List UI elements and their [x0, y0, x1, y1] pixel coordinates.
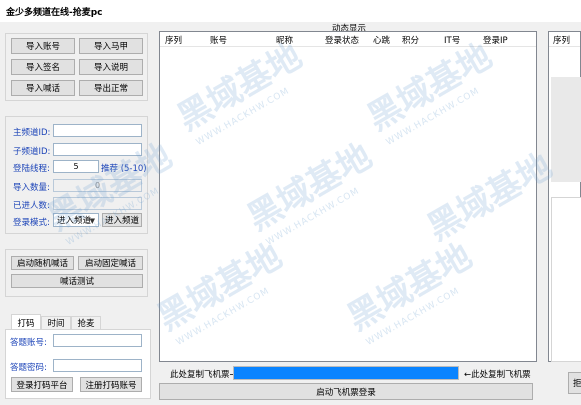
- sub-channel-input[interactable]: [53, 143, 142, 156]
- entered-count-label: 已进人数:: [13, 201, 50, 211]
- threads-label: 登陆线程:: [13, 164, 50, 174]
- import-account-button[interactable]: 导入账号: [11, 38, 75, 54]
- login-captcha-platform-button[interactable]: 登录打码平台: [11, 377, 73, 392]
- tab-grab-mic[interactable]: 抢麦: [71, 316, 101, 330]
- login-mode-value: 进入频道: [57, 216, 92, 226]
- column-header[interactable]: 登录IP: [483, 34, 508, 46]
- right-panel-box: [551, 77, 581, 182]
- main-channel-input[interactable]: [53, 124, 142, 137]
- tab-time[interactable]: 时间: [41, 316, 71, 330]
- ticket-left-label: 此处复制飞机票→: [170, 370, 237, 380]
- window-title: 金少多频道在线-抢麦pc: [6, 8, 103, 18]
- import-sign-button[interactable]: 导入签名: [11, 59, 75, 75]
- ticket-progress-bar: [233, 366, 459, 380]
- list-header: 序列 账号 昵称 登录状态 心跳 积分 IT号 登录IP: [160, 32, 536, 47]
- tab-captcha[interactable]: 打码: [11, 314, 41, 330]
- column-header[interactable]: 积分: [402, 34, 419, 46]
- start-random-shout-button[interactable]: 启动随机喊话: [11, 256, 74, 270]
- import-count-label: 导入数量:: [13, 183, 50, 193]
- entered-count-field: [53, 197, 142, 210]
- captcha-password-label: 答题密码:: [10, 363, 47, 373]
- export-normal-button[interactable]: 导出正常: [79, 80, 143, 96]
- right-list[interactable]: 序列: [548, 31, 581, 362]
- column-header[interactable]: 登录状态: [325, 34, 359, 46]
- import-count-field: 0: [53, 179, 142, 192]
- import-shout-button[interactable]: 导入喊话: [11, 80, 75, 96]
- title-bar: 金少多频道在线-抢麦pc: [0, 0, 581, 22]
- column-header[interactable]: 序列: [165, 34, 182, 46]
- import-horse-button[interactable]: 导入马甲: [79, 38, 143, 54]
- column-header[interactable]: 账号: [210, 34, 227, 46]
- import-desc-button[interactable]: 导入说明: [79, 59, 143, 75]
- register-captcha-account-button[interactable]: 注册打码账号: [80, 377, 142, 392]
- login-mode-select[interactable]: 进入频道 ▼: [53, 213, 99, 227]
- threads-hint: 推荐 (5-10): [101, 164, 147, 174]
- captcha-account-label: 答题账号:: [10, 338, 47, 348]
- right-partial-button[interactable]: 拒: [568, 372, 581, 394]
- sub-channel-label: 子频道ID:: [13, 147, 51, 157]
- start-ticket-login-button[interactable]: 启动飞机票登录: [159, 383, 533, 400]
- right-list-header: 序列: [549, 32, 580, 47]
- login-mode-label: 登录模式:: [13, 218, 50, 228]
- chevron-down-icon: ▼: [89, 217, 95, 225]
- start-fixed-shout-button[interactable]: 启动固定喊话: [78, 256, 143, 270]
- threads-input[interactable]: 5: [53, 160, 99, 173]
- ticket-right-label: ←此处复制飞机票: [464, 370, 531, 380]
- column-header[interactable]: 心跳: [373, 34, 390, 46]
- shout-test-button[interactable]: 喊话测试: [11, 274, 143, 288]
- captcha-account-input[interactable]: [53, 334, 142, 347]
- column-header[interactable]: IT号: [444, 34, 460, 46]
- column-header[interactable]: 序列: [553, 34, 570, 46]
- tab-strip: 打码 时间 抢麦: [11, 314, 151, 330]
- column-header[interactable]: 昵称: [276, 34, 293, 46]
- captcha-password-input[interactable]: [53, 359, 142, 372]
- dynamic-display-list[interactable]: 序列 账号 昵称 登录状态 心跳 积分 IT号 登录IP: [159, 31, 537, 362]
- main-channel-label: 主频道ID:: [13, 128, 51, 138]
- enter-channel-button[interactable]: 进入频道: [102, 213, 142, 227]
- right-panel-group: [551, 197, 581, 362]
